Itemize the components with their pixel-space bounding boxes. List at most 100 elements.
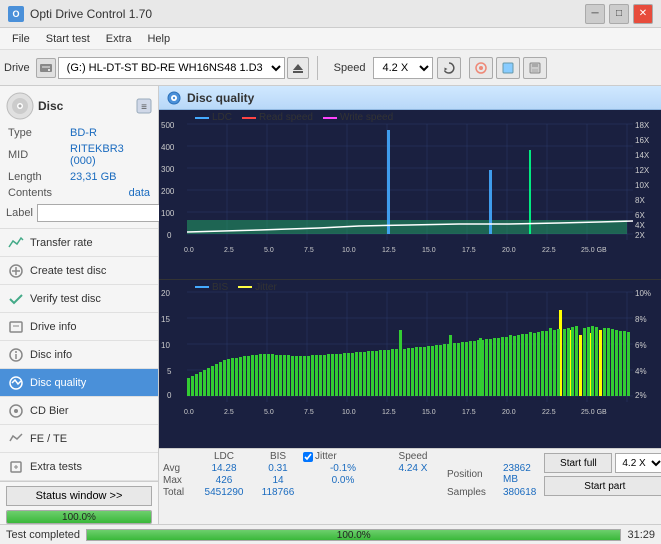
right-panel: Disc quality LDC Read speed Wri xyxy=(159,86,661,524)
max-bis: 14 xyxy=(253,475,303,486)
type-value: BD-R xyxy=(70,126,150,140)
svg-text:2X: 2X xyxy=(635,231,645,240)
bottom-legend: BIS Jitter xyxy=(195,282,277,293)
nav-drive-info[interactable]: Drive info xyxy=(0,313,158,341)
status-window-button[interactable]: Status window >> xyxy=(6,486,152,506)
label-input[interactable] xyxy=(37,204,175,222)
status-text: Test completed xyxy=(6,529,80,541)
label-field-label: Label xyxy=(6,207,33,219)
nav-fe-te[interactable]: FE / TE xyxy=(0,425,158,453)
svg-text:4%: 4% xyxy=(635,367,647,376)
drive-label: Drive xyxy=(4,62,30,74)
svg-text:0.0: 0.0 xyxy=(184,247,194,254)
svg-text:400: 400 xyxy=(161,143,175,152)
charts-area: LDC Read speed Write speed 500 xyxy=(159,110,661,448)
svg-text:5.0: 5.0 xyxy=(264,247,274,254)
legend-bis-label: BIS xyxy=(212,282,228,293)
bottom-chart-svg: 20 15 10 5 0 10% 8% 6% 4% 2% xyxy=(159,280,661,449)
svg-text:12.5: 12.5 xyxy=(382,247,396,254)
speed-refresh-button[interactable] xyxy=(437,57,461,79)
legend-jitter: Jitter xyxy=(238,282,277,293)
sidebar-status: Status window >> 100.0% xyxy=(0,481,158,525)
disc-section-label: Disc xyxy=(38,99,63,113)
svg-text:10: 10 xyxy=(161,341,170,350)
legend-read-speed: Read speed xyxy=(242,112,313,123)
sidebar-progress-text: 100.0% xyxy=(7,511,151,524)
minimize-button[interactable]: ─ xyxy=(585,4,605,24)
disc-info-icon xyxy=(8,347,24,363)
svg-text:8X: 8X xyxy=(635,196,645,205)
speed-dropdown[interactable]: 4.2 X xyxy=(615,453,661,473)
toolbar-btn-2[interactable] xyxy=(496,57,520,79)
menu-file[interactable]: File xyxy=(4,31,38,47)
window-controls: ─ □ ✕ xyxy=(585,4,653,24)
menu-start-test[interactable]: Start test xyxy=(38,31,98,47)
total-bis: 118766 xyxy=(253,487,303,498)
mid-label: MID xyxy=(8,142,68,168)
svg-text:16X: 16X xyxy=(635,136,650,145)
nav-disc-info[interactable]: Disc info xyxy=(0,341,158,369)
nav-cd-bier[interactable]: CD Bier xyxy=(0,397,158,425)
svg-text:12X: 12X xyxy=(635,166,650,175)
toolbar-btn-save[interactable] xyxy=(523,57,547,79)
label-row: Label ✎ xyxy=(6,204,152,222)
legend-jitter-label: Jitter xyxy=(255,282,277,293)
svg-text:0: 0 xyxy=(167,231,172,240)
svg-text:100: 100 xyxy=(161,209,175,218)
verify-test-disc-icon xyxy=(8,291,24,307)
speed-label: Speed xyxy=(334,62,366,74)
svg-text:20.0: 20.0 xyxy=(502,409,516,416)
max-label: Max xyxy=(163,475,195,486)
main-content: Disc ≡ Type BD-R MID RITEKBR3 (000) Leng… xyxy=(0,86,661,524)
type-label: Type xyxy=(8,126,68,140)
disc-quality-title: Disc quality xyxy=(187,91,254,105)
bottom-chart-container: BIS Jitter 20 15 10 5 0 10% xyxy=(159,280,661,449)
maximize-button[interactable]: □ xyxy=(609,4,629,24)
bottom-status-bar: Test completed 100.0% 31:29 xyxy=(0,524,661,544)
svg-text:14X: 14X xyxy=(635,151,650,160)
nav-verify-test-disc[interactable]: Verify test disc xyxy=(0,285,158,313)
menu-help[interactable]: Help xyxy=(139,31,178,47)
nav-fe-te-label: FE / TE xyxy=(30,433,67,445)
svg-text:17.5: 17.5 xyxy=(462,409,476,416)
nav-disc-quality[interactable]: Disc quality xyxy=(0,369,158,397)
disc-quality-header: Disc quality xyxy=(159,86,661,110)
start-part-button[interactable]: Start part xyxy=(544,476,661,496)
svg-text:7.5: 7.5 xyxy=(304,247,314,254)
jitter-checkbox[interactable] xyxy=(303,452,313,462)
titlebar: O Opti Drive Control 1.70 ─ □ ✕ xyxy=(0,0,661,28)
eject-button[interactable] xyxy=(287,57,309,79)
svg-text:2.5: 2.5 xyxy=(224,409,234,416)
disc-settings-icon[interactable]: ≡ xyxy=(136,98,152,114)
legend-bis: BIS xyxy=(195,282,228,293)
top-legend: LDC Read speed Write speed xyxy=(195,112,393,123)
speed-select[interactable]: 4.2 X xyxy=(373,57,433,79)
ldc-header: LDC xyxy=(195,451,253,462)
nav-extra-tests[interactable]: Extra tests xyxy=(0,453,158,481)
nav-create-test-disc[interactable]: Create test disc xyxy=(0,257,158,285)
sidebar-progress-bar: 100.0% xyxy=(6,510,152,524)
legend-read-speed-label: Read speed xyxy=(259,112,313,123)
bottom-time: 31:29 xyxy=(627,529,655,541)
top-chart-container: LDC Read speed Write speed 500 xyxy=(159,110,661,280)
toolbar-btn-1[interactable] xyxy=(469,57,493,79)
svg-text:10%: 10% xyxy=(635,289,651,298)
nav-transfer-rate-label: Transfer rate xyxy=(30,237,93,249)
drive-icon xyxy=(36,58,56,78)
sidebar: Disc ≡ Type BD-R MID RITEKBR3 (000) Leng… xyxy=(0,86,159,524)
position-val: 23862 MB xyxy=(503,463,536,485)
cd-bier-icon xyxy=(8,403,24,419)
samples-val: 380618 xyxy=(503,487,536,498)
toolbar: Drive (G:) HL-DT-ST BD-RE WH16NS48 1.D3 … xyxy=(0,50,661,86)
menu-extra[interactable]: Extra xyxy=(98,31,140,47)
start-full-button[interactable]: Start full xyxy=(544,453,612,473)
close-button[interactable]: ✕ xyxy=(633,4,653,24)
total-ldc: 5451290 xyxy=(195,487,253,498)
svg-text:22.5: 22.5 xyxy=(542,409,556,416)
nav-transfer-rate[interactable]: Transfer rate xyxy=(0,229,158,257)
avg-bis: 0.31 xyxy=(253,463,303,474)
svg-text:≡: ≡ xyxy=(141,102,147,113)
nav-disc-info-label: Disc info xyxy=(30,349,72,361)
drive-select[interactable]: (G:) HL-DT-ST BD-RE WH16NS48 1.D3 xyxy=(58,57,285,79)
nav-disc-quality-label: Disc quality xyxy=(30,377,86,389)
